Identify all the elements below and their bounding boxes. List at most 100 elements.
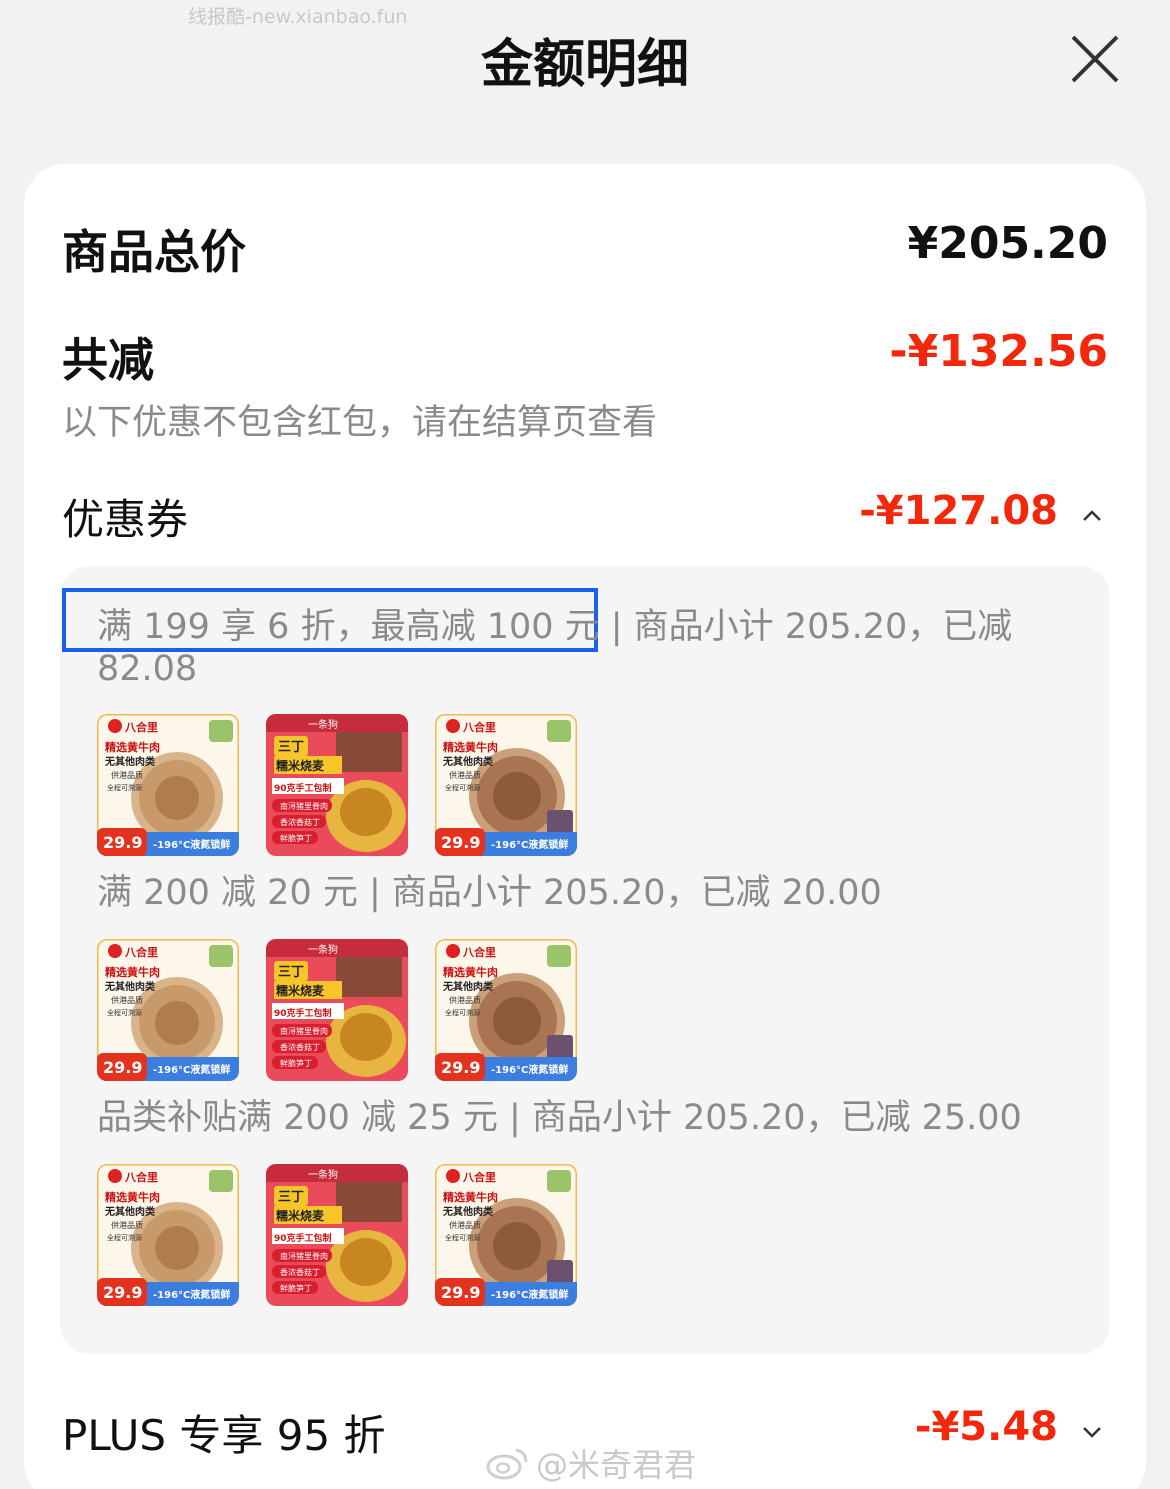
- svg-text:供港品质: 供港品质: [111, 1220, 143, 1230]
- product-thumb-shaomai[interactable]: 一条狗 三丁 糯米烧麦 90克手工包制 南浔猪里脊肉 香浓香菇丁 鲜脆笋丁: [266, 1164, 408, 1306]
- page-title: 金额明细: [480, 35, 689, 95]
- product-image-beef-pie: 八合里 精选黄牛肉 无其他肉类 供港品质 全程可溯源 29.9 -196°C液氮…: [97, 1164, 239, 1306]
- total-price-label: 商品总价: [62, 225, 246, 279]
- product-thumb-shaomai[interactable]: 一条狗 三丁 糯米烧麦 90克手工包制 南浔猪里脊肉 香浓香菇丁 鲜脆笋丁: [266, 714, 408, 856]
- svg-text:全程可溯源: 全程可溯源: [107, 783, 142, 792]
- svg-text:供港品质: 供港品质: [111, 995, 143, 1005]
- coupon-row-toggle[interactable]: 优惠券 -¥127.08: [62, 486, 1108, 544]
- svg-text:供港品质: 供港品质: [449, 770, 481, 780]
- product-image-beef-pie-2: 八合里 精选黄牛肉 无其他肉类 供港品质 全程可溯源 29.9 -196°C液氮…: [435, 1164, 577, 1306]
- product-thumb-beef-pie-2[interactable]: 八合里 精选黄牛肉 无其他肉类 供港品质 全程可溯源 29.9 -196°C液氮…: [435, 939, 577, 1081]
- coupon-1-products: 八合里 精选黄牛肉 无其他肉类 供港品质 全程可溯源 29.9 -196°C液氮…: [97, 714, 577, 856]
- svg-text:鲜脆笋丁: 鲜脆笋丁: [280, 833, 312, 843]
- svg-text:90克手工包制: 90克手工包制: [274, 1232, 332, 1244]
- svg-text:鲜脆笋丁: 鲜脆笋丁: [280, 1283, 312, 1293]
- svg-text:精选黄牛肉: 精选黄牛肉: [105, 740, 160, 754]
- product-thumb-beef-pie[interactable]: 八合里 精选黄牛肉 无其他肉类 供港品质 全程可溯源 29.9 -196°C液氮…: [97, 939, 239, 1081]
- svg-text:29.9: 29.9: [441, 833, 480, 852]
- product-image-beef-pie-2: 八合里 精选黄牛肉 无其他肉类 供港品质 全程可溯源 29.9 -196°C液氮…: [435, 714, 577, 856]
- svg-text:无其他肉类: 无其他肉类: [442, 755, 493, 768]
- svg-text:无其他肉类: 无其他肉类: [442, 1205, 493, 1218]
- svg-text:精选黄牛肉: 精选黄牛肉: [443, 965, 498, 979]
- product-image-beef-pie: 八合里 精选黄牛肉 无其他肉类 供港品质 全程可溯源 29.9 -196°C液氮…: [97, 939, 239, 1081]
- svg-text:29.9: 29.9: [103, 833, 142, 852]
- chevron-down-icon: [1083, 1427, 1101, 1438]
- product-thumb-beef-pie[interactable]: 八合里 精选黄牛肉 无其他肉类 供港品质 全程可溯源 29.9 -196°C液氮…: [97, 1164, 239, 1306]
- svg-text:全程可溯源: 全程可溯源: [107, 1233, 142, 1242]
- chevron-up-icon: [1083, 510, 1101, 521]
- svg-text:糯米烧麦: 糯米烧麦: [276, 758, 325, 773]
- svg-text:南浔猪里脊肉: 南浔猪里脊肉: [280, 801, 328, 811]
- weibo-logo-icon: [486, 1448, 528, 1480]
- svg-text:全程可溯源: 全程可溯源: [445, 1008, 480, 1017]
- svg-text:精选黄牛肉: 精选黄牛肉: [443, 1190, 498, 1204]
- svg-text:29.9: 29.9: [103, 1058, 142, 1077]
- svg-text:全程可溯源: 全程可溯源: [107, 1008, 142, 1017]
- svg-text:糯米烧麦: 糯米烧麦: [276, 1208, 325, 1223]
- coupon-value: -¥127.08: [859, 488, 1058, 534]
- plus-discount-value: -¥5.48: [914, 1404, 1058, 1450]
- svg-text:-196°C液氮锁鲜: -196°C液氮锁鲜: [491, 838, 568, 851]
- plus-discount-label: PLUS 专享 95 折: [62, 1411, 386, 1460]
- svg-text:精选黄牛肉: 精选黄牛肉: [105, 1190, 160, 1204]
- product-image-beef-pie: 八合里 精选黄牛肉 无其他肉类 供港品质 全程可溯源 29.9 -196°C液氮…: [97, 714, 239, 856]
- svg-text:无其他肉类: 无其他肉类: [104, 980, 155, 993]
- svg-text:一条狗: 一条狗: [308, 1168, 338, 1181]
- svg-text:一条狗: 一条狗: [308, 718, 338, 731]
- svg-text:香浓香菇丁: 香浓香菇丁: [280, 817, 320, 827]
- svg-text:29.9: 29.9: [441, 1283, 480, 1302]
- svg-text:八合里: 八合里: [462, 1170, 496, 1184]
- svg-text:香浓香菇丁: 香浓香菇丁: [280, 1267, 320, 1277]
- svg-text:三丁: 三丁: [278, 965, 304, 980]
- total-reduction-value: -¥132.56: [889, 326, 1108, 377]
- svg-text:-196°C液氮锁鲜: -196°C液氮锁鲜: [491, 1063, 568, 1076]
- svg-text:八合里: 八合里: [462, 720, 496, 734]
- svg-text:29.9: 29.9: [103, 1283, 142, 1302]
- watermark-handle: @米奇君君: [536, 1446, 697, 1484]
- product-image-shaomai: 一条狗 三丁 糯米烧麦 90克手工包制 南浔猪里脊肉 香浓香菇丁 鲜脆笋丁: [266, 1164, 408, 1306]
- svg-text:三丁: 三丁: [278, 740, 304, 755]
- svg-text:-196°C液氮锁鲜: -196°C液氮锁鲜: [153, 1063, 230, 1076]
- svg-text:八合里: 八合里: [462, 945, 496, 959]
- svg-text:供港品质: 供港品质: [449, 1220, 481, 1230]
- coupon-detail-panel: 满 199 享 6 折，最高减 100 元 | 商品小计 205.20，已减 8…: [60, 566, 1110, 1354]
- coupon-2-products: 八合里 精选黄牛肉 无其他肉类 供港品质 全程可溯源 29.9 -196°C液氮…: [97, 939, 577, 1081]
- svg-text:一条狗: 一条狗: [308, 943, 338, 956]
- close-button[interactable]: [1064, 28, 1126, 90]
- svg-text:全程可溯源: 全程可溯源: [445, 1233, 480, 1242]
- product-thumb-beef-pie-2[interactable]: 八合里 精选黄牛肉 无其他肉类 供港品质 全程可溯源 29.9 -196°C液氮…: [435, 1164, 577, 1306]
- svg-text:精选黄牛肉: 精选黄牛肉: [443, 740, 498, 754]
- svg-text:-196°C液氮锁鲜: -196°C液氮锁鲜: [153, 838, 230, 851]
- coupon-rule-1: 满 199 享 6 折，最高减 100 元 | 商品小计 205.20，已减 8…: [97, 607, 1013, 689]
- svg-text:八合里: 八合里: [124, 1170, 158, 1184]
- svg-text:供港品质: 供港品质: [449, 995, 481, 1005]
- product-thumb-beef-pie-2[interactable]: 八合里 精选黄牛肉 无其他肉类 供港品质 全程可溯源 29.9 -196°C液氮…: [435, 714, 577, 856]
- svg-text:无其他肉类: 无其他肉类: [104, 1205, 155, 1218]
- svg-text:南浔猪里脊肉: 南浔猪里脊肉: [280, 1251, 328, 1261]
- product-image-shaomai: 一条狗 三丁 糯米烧麦 90克手工包制 南浔猪里脊肉 香浓香菇丁 鲜脆笋丁: [266, 714, 408, 856]
- svg-text:供港品质: 供港品质: [111, 770, 143, 780]
- product-thumb-shaomai[interactable]: 一条狗 三丁 糯米烧麦 90克手工包制 南浔猪里脊肉 香浓香菇丁 鲜脆笋丁: [266, 939, 408, 1081]
- svg-text:全程可溯源: 全程可溯源: [445, 783, 480, 792]
- svg-text:-196°C液氮锁鲜: -196°C液氮锁鲜: [153, 1288, 230, 1301]
- watermark-bottom: @米奇君君: [486, 1440, 696, 1486]
- svg-text:鲜脆笋丁: 鲜脆笋丁: [280, 1058, 312, 1068]
- product-thumb-beef-pie[interactable]: 八合里 精选黄牛肉 无其他肉类 供港品质 全程可溯源 29.9 -196°C液氮…: [97, 714, 239, 856]
- coupon-label: 优惠券: [62, 495, 189, 544]
- svg-text:90克手工包制: 90克手工包制: [274, 782, 332, 794]
- svg-text:29.9: 29.9: [441, 1058, 480, 1077]
- coupon-rule-2: 满 200 减 20 元 | 商品小计 205.20，已减 20.00: [97, 873, 882, 913]
- svg-text:-196°C液氮锁鲜: -196°C液氮锁鲜: [491, 1288, 568, 1301]
- svg-text:90克手工包制: 90克手工包制: [274, 1007, 332, 1019]
- svg-text:八合里: 八合里: [124, 945, 158, 959]
- svg-text:三丁: 三丁: [278, 1190, 304, 1205]
- total-price-value: ¥205.20: [907, 218, 1108, 269]
- coupon-rule-3: 品类补贴满 200 减 25 元 | 商品小计 205.20，已减 25.00: [97, 1098, 1022, 1138]
- close-icon: [1071, 35, 1119, 83]
- amount-detail-card: 商品总价 ¥205.20 共减 -¥132.56 以下优惠不包含红包，请在结算页…: [24, 164, 1146, 1489]
- svg-text:无其他肉类: 无其他肉类: [104, 755, 155, 768]
- coupon-3-products: 八合里 精选黄牛肉 无其他肉类 供港品质 全程可溯源 29.9 -196°C液氮…: [97, 1164, 577, 1306]
- reduction-note: 以下优惠不包含红包，请在结算页查看: [62, 403, 658, 443]
- svg-text:南浔猪里脊肉: 南浔猪里脊肉: [280, 1026, 328, 1036]
- svg-text:精选黄牛肉: 精选黄牛肉: [105, 965, 160, 979]
